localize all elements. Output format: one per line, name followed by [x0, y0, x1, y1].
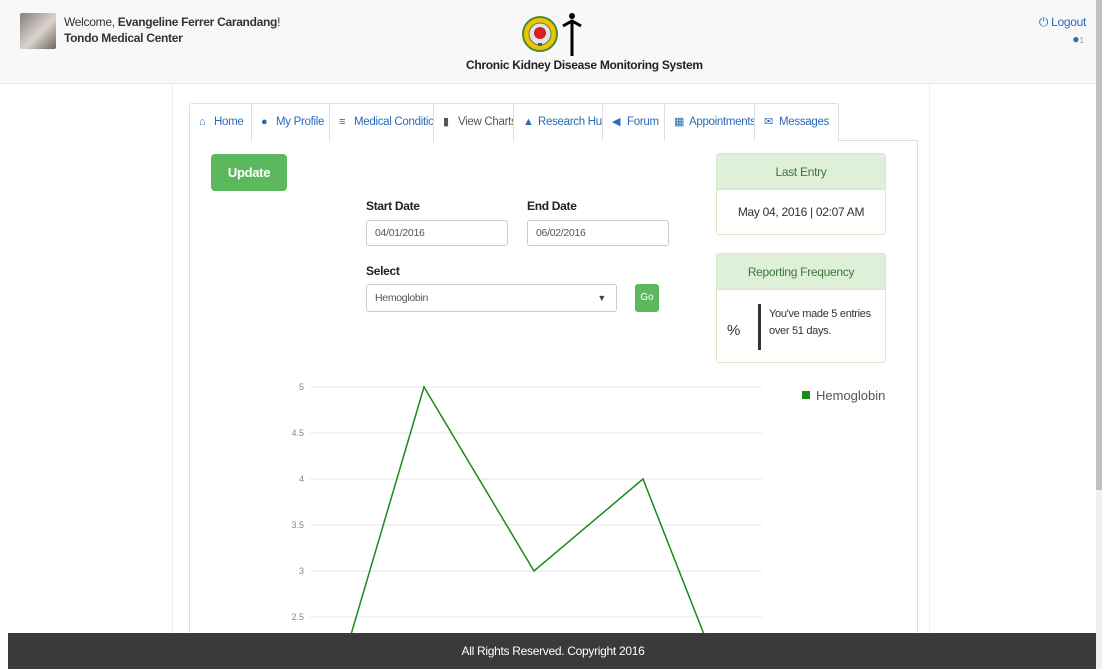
update-chart-button[interactable]: Update Chart: [211, 154, 287, 217]
tab-label: Messages: [779, 116, 830, 128]
hemoglobin-line-chart: 5 4.5 4 3.5 3 2.5: [291, 382, 762, 640]
data-point[interactable]: [533, 570, 535, 572]
home-icon: ⌂: [199, 116, 206, 128]
reporting-frequency-text: You've made 5 entries over 51 days.: [769, 308, 871, 337]
measurement-select[interactable]: Hemoglobin ▼: [366, 284, 617, 312]
chart-legend: Hemoglobin: [802, 388, 885, 403]
tab-label: Appointments: [689, 116, 756, 128]
bullhorn-icon: ◀: [612, 116, 621, 128]
top-header: Welcome, Evangeline Ferrer Carandang! To…: [0, 0, 1102, 84]
y-tick-label: 4: [299, 474, 304, 484]
divider-bar: [758, 304, 761, 350]
power-icon: ⏻: [1038, 15, 1049, 29]
y-tick-label: 3.5: [291, 520, 304, 530]
tab-label: Medical Condition: [354, 116, 441, 128]
y-tick-label: 3: [299, 566, 304, 576]
logout-link[interactable]: ⏻ Logout: [1039, 15, 1086, 30]
y-tick-label: 5: [299, 382, 304, 392]
select-label: Select: [366, 264, 400, 278]
last-entry-card: Last Entry May 04, 2016 | 02:07 AM: [716, 153, 886, 235]
bar-chart-icon: ▮: [443, 116, 449, 128]
logout-label: Logout: [1051, 15, 1086, 29]
tab-messages[interactable]: ✉ Messages: [754, 103, 840, 141]
notification-count: 1: [1079, 36, 1084, 45]
last-entry-value: May 04, 2016 | 02:07 AM: [737, 205, 865, 219]
welcome-prefix: Welcome,: [64, 15, 118, 29]
y-tick-label: 2.5: [291, 612, 304, 622]
y-tick-label: 4.5: [291, 428, 304, 438]
user-icon: ●: [261, 116, 268, 128]
hospital-seal-logo: [522, 16, 558, 52]
welcome-text: Welcome, Evangeline Ferrer Carandang!: [64, 14, 280, 30]
tab-home[interactable]: ⌂ Home: [189, 103, 254, 141]
tab-label: Home: [214, 116, 244, 128]
avatar[interactable]: [20, 13, 56, 49]
graduation-cap-icon: ▲: [523, 116, 534, 128]
globe-icon: ●: [1072, 32, 1080, 46]
last-entry-title: Last Entry: [717, 154, 885, 190]
series-line-hemoglobin: [348, 385, 708, 640]
tab-label: Research Hub: [538, 116, 608, 128]
end-date-label: End Date: [527, 199, 577, 213]
tab-appointments[interactable]: ▦ Appointments: [664, 103, 766, 141]
caret-down-icon: ▼: [597, 293, 606, 303]
user-name: Evangeline Ferrer Carandang: [117, 15, 278, 29]
tab-label: My Profile: [276, 116, 325, 128]
select-value: Hemoglobin: [375, 292, 429, 304]
notifications-button[interactable]: ●1: [1072, 32, 1084, 46]
percent-symbol: %: [727, 322, 741, 339]
footer: All Rights Reserved. Copyright 2016: [8, 633, 1098, 669]
system-title: Chronic Kidney Disease Monitoring System: [466, 58, 703, 72]
list-icon: ≡: [339, 116, 346, 128]
tab-label: Forum: [627, 116, 659, 128]
legend-label: Hemoglobin: [816, 388, 886, 403]
start-date-label: Start Date: [366, 199, 420, 213]
tab-label: View Charts: [458, 116, 517, 128]
data-point[interactable]: [423, 386, 425, 388]
tab-my-profile[interactable]: ● My Profile: [251, 103, 335, 141]
reporting-frequency-card: Reporting Frequency % You've made 5 entr…: [716, 253, 886, 363]
end-date-input[interactable]: 06/02/2016: [527, 220, 669, 246]
nav-tabs: ⌂ Home ● My Profile ≡ Medical Condition ▮ Vi…: [189, 103, 918, 142]
figure-logo: [562, 13, 582, 56]
scrollbar-thumb[interactable]: [1096, 0, 1102, 490]
start-date-input[interactable]: 04/01/2016: [366, 220, 508, 246]
scrollbar[interactable]: [1096, 0, 1102, 669]
legend-swatch: [802, 391, 810, 399]
tab-forum[interactable]: ◀ Forum: [602, 103, 669, 141]
reporting-frequency-title: Reporting Frequency: [717, 254, 885, 290]
welcome-suffix: !: [277, 15, 281, 29]
data-point[interactable]: [642, 478, 644, 480]
calendar-icon: ▦: [674, 116, 685, 128]
envelope-icon: ✉: [764, 116, 773, 128]
go-button[interactable]: Go: [635, 284, 659, 312]
hospital-name: Tondo Medical Center: [64, 31, 183, 45]
